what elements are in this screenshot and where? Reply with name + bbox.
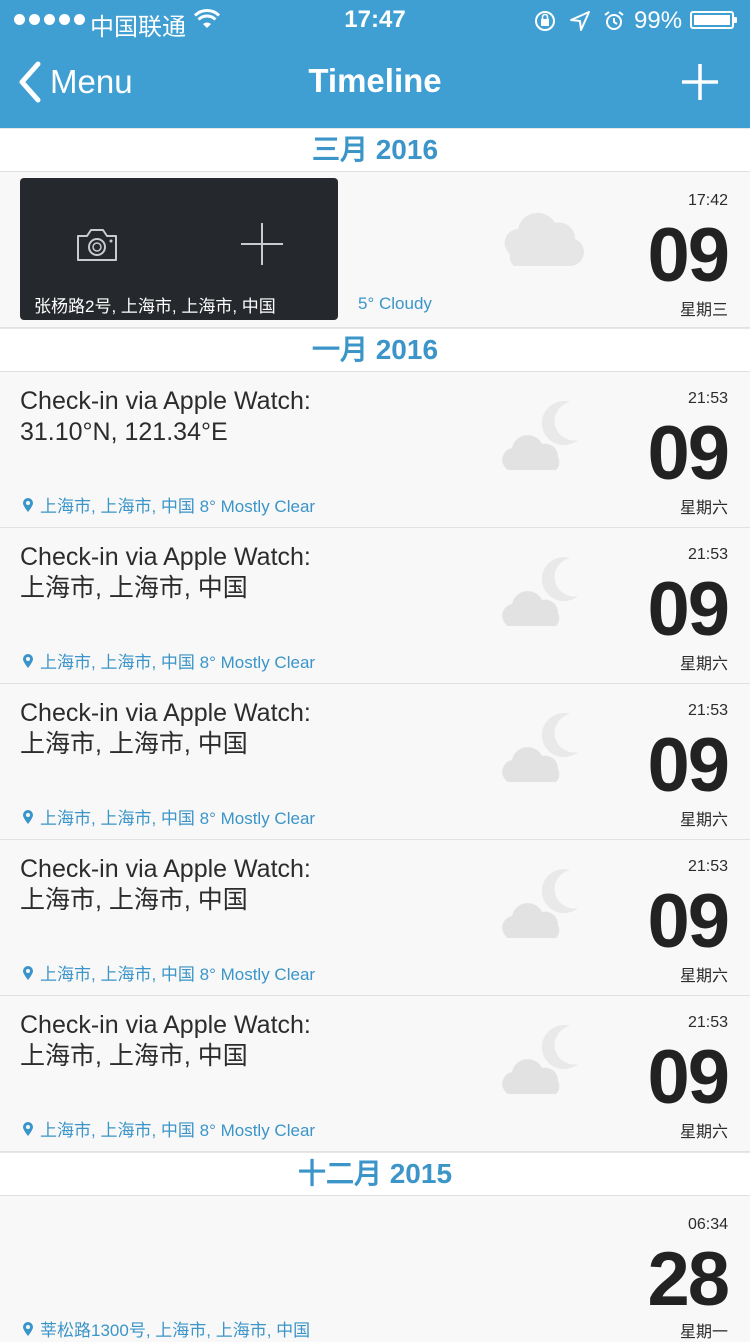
photo-tile: 张杨路2号, 上海市, 上海市, 中国	[20, 178, 338, 320]
entry-location-text: 莘松路1300号, 上海市, 上海市, 中国	[40, 1321, 311, 1340]
battery-percent: 99%	[634, 7, 683, 34]
entry-title: Check-in via Apple Watch: 上海市, 上海市, 中国	[20, 855, 311, 914]
section-header-label: 一月 2016	[311, 334, 439, 365]
section-header: 十二月 2015	[0, 1152, 750, 1196]
timeline-entry[interactable]: Check-in via Apple Watch: 上海市, 上海市, 中国 上…	[0, 996, 750, 1152]
page-title: Timeline	[308, 62, 442, 99]
entry-time: 21:53	[687, 546, 728, 563]
entry-location: 上海市, 上海市, 中国 8° Mostly Clear	[22, 492, 315, 517]
entry-location: 上海市, 上海市, 中国 8° Mostly Clear	[22, 648, 315, 673]
entry-location: 上海市, 上海市, 中国 8° Mostly Clear	[22, 960, 315, 985]
entry-location-text: 上海市, 上海市, 中国 8° Mostly Clear	[40, 809, 316, 828]
entry-day: 09	[647, 723, 730, 808]
entry-day: 28	[647, 1237, 730, 1322]
section-header: 三月 2016	[0, 128, 750, 172]
entry-time: 21:53	[687, 858, 728, 875]
entry-title: Check-in via Apple Watch: 31.10°N, 121.3…	[20, 387, 311, 446]
entry-time: 21:53	[687, 390, 728, 407]
location-pin-icon	[23, 1321, 33, 1336]
moon-cloud-icon	[502, 869, 578, 938]
entry-day: 09	[647, 879, 730, 964]
entry-time: 17:42	[687, 192, 728, 209]
entry-title: Check-in via Apple Watch: 上海市, 上海市, 中国	[20, 543, 311, 602]
entry-weekday: 星期六	[679, 812, 728, 829]
timeline-entry[interactable]: Check-in via Apple Watch: 31.10°N, 121.3…	[0, 372, 750, 528]
moon-cloud-icon	[502, 713, 578, 782]
timeline-entry-photo[interactable]: 张杨路2号, 上海市, 上海市, 中国 5° Cloudy 17:42 09 星…	[0, 172, 750, 328]
status-bar: 中国联通 17:47 99%	[0, 0, 750, 41]
battery-icon	[690, 11, 737, 29]
location-arrow-icon	[570, 11, 590, 31]
top-bar: 中国联通 17:47 99% Menu Timeline	[0, 0, 750, 128]
add-entry-button[interactable]	[680, 62, 720, 102]
entry-time: 21:53	[687, 702, 728, 719]
entry-weekday: 星期三	[679, 302, 728, 319]
location-pin-icon	[23, 497, 33, 512]
entry-weekday: 星期一	[679, 1324, 728, 1341]
moon-cloud-icon	[502, 401, 578, 470]
timeline-entry[interactable]: Check-in via Apple Watch: 上海市, 上海市, 中国 上…	[0, 840, 750, 996]
navigation-bar: Menu Timeline	[0, 40, 750, 128]
entry-location: 莘松路1300号, 上海市, 上海市, 中国	[22, 1316, 310, 1341]
entry-time: 06:34	[687, 1216, 728, 1233]
cloud-icon	[504, 212, 584, 266]
photo-address: 张杨路2号, 上海市, 上海市, 中国	[34, 297, 276, 316]
entry-location: 上海市, 上海市, 中国 8° Mostly Clear	[22, 804, 315, 829]
location-pin-icon	[23, 965, 33, 980]
timeline-entry[interactable]: Check-in via Apple Watch: 上海市, 上海市, 中国 上…	[0, 528, 750, 684]
entry-location-text: 上海市, 上海市, 中国 8° Mostly Clear	[40, 1121, 316, 1140]
section-header-label: 十二月 2015	[297, 1158, 453, 1189]
timeline-entry[interactable]: 06:34 28 星期一 莘松路1300号, 上海市, 上海市, 中国	[0, 1196, 750, 1341]
entry-title: Check-in via Apple Watch: 上海市, 上海市, 中国	[20, 1011, 311, 1070]
section-header: 一月 2016	[0, 328, 750, 372]
entry-weekday: 星期六	[679, 500, 728, 517]
entry-day: 09	[647, 567, 730, 652]
camera-icon[interactable]	[74, 226, 120, 264]
location-pin-icon	[23, 1121, 33, 1136]
entry-weekday: 星期六	[679, 656, 728, 673]
alarm-icon	[604, 11, 624, 30]
section-header-label: 三月 2016	[311, 134, 439, 165]
rotation-lock-icon	[535, 11, 555, 31]
entry-location: 上海市, 上海市, 中国 8° Mostly Clear	[22, 1116, 315, 1141]
entry-day: 09	[647, 411, 730, 496]
timeline-entry[interactable]: Check-in via Apple Watch: 上海市, 上海市, 中国 上…	[0, 684, 750, 840]
entry-weekday: 星期六	[679, 968, 728, 985]
entry-weekday: 星期六	[679, 1124, 728, 1141]
entry-day: 09	[647, 1035, 730, 1120]
location-pin-icon	[23, 809, 33, 824]
status-right-icons	[533, 9, 625, 33]
location-pin-icon	[23, 653, 33, 668]
entry-location-text: 上海市, 上海市, 中国 8° Mostly Clear	[40, 965, 316, 984]
moon-cloud-icon	[502, 557, 578, 626]
weather-summary: 5° Cloudy	[358, 294, 432, 313]
entry-title: Check-in via Apple Watch: 上海市, 上海市, 中国	[20, 699, 311, 758]
entry-day: 09	[647, 213, 730, 298]
entry-time: 21:53	[687, 1014, 728, 1031]
entry-location-text: 上海市, 上海市, 中国 8° Mostly Clear	[40, 497, 316, 516]
moon-cloud-icon	[502, 1025, 578, 1094]
add-photo-icon[interactable]	[240, 222, 284, 266]
entry-location-text: 上海市, 上海市, 中国 8° Mostly Clear	[40, 653, 316, 672]
